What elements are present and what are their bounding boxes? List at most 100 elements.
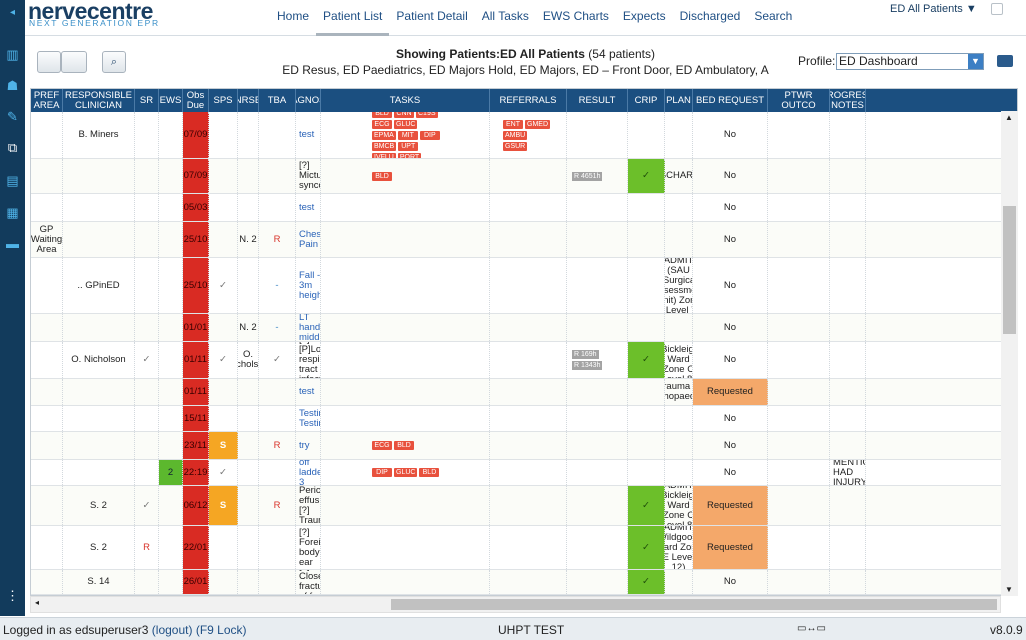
task-chip[interactable]: BMCB: [372, 141, 397, 151]
popout-icon[interactable]: [991, 3, 1003, 15]
nav-discharged[interactable]: Discharged: [673, 0, 748, 36]
task-chip[interactable]: ECG: [372, 119, 392, 129]
column-header[interactable]: RESPONSIBLE CLINICIAN: [63, 89, 135, 112]
column-header[interactable]: TBA: [259, 89, 296, 112]
logout-link[interactable]: (logout): [152, 623, 193, 637]
task-chip[interactable]: DIP: [372, 468, 392, 477]
task-chip[interactable]: GSUR: [503, 141, 528, 151]
table-row[interactable]: O. Nicholson✓01/11✓O. Nicholson✓[?] [P]L…: [31, 342, 1001, 379]
nav-ews-charts[interactable]: EWS Charts: [536, 0, 616, 36]
result-chip[interactable]: R 1343h: [572, 361, 603, 370]
column-header[interactable]: RESULT: [567, 89, 628, 112]
column-header[interactable]: CRIP: [628, 89, 665, 112]
column-header[interactable]: PLAN: [665, 89, 693, 112]
cell-diag[interactable]: fallen off ladder - 3 metres?: [296, 460, 321, 485]
task-chip[interactable]: AMBU: [503, 130, 528, 140]
task-chip[interactable]: C19S: [416, 112, 438, 118]
vertical-scrollbar[interactable]: ▲ ▼: [1001, 111, 1018, 596]
task-chip[interactable]: BLD: [419, 468, 440, 477]
status-bar: Logged in as edsuperuser3 (logout) (F9 L…: [0, 617, 1026, 640]
horizontal-scroll-thumb[interactable]: [391, 599, 997, 610]
cell-nrse: N. 2: [238, 222, 259, 257]
table-row[interactable]: S. 2R 22/01 [?] Foreign body in ear ✓ADMIT …: [31, 526, 1001, 570]
more-icon[interactable]: ⋮: [0, 585, 25, 607]
task-chip[interactable]: PORT: [397, 152, 422, 158]
table-row[interactable]: 07/09 [?] Micturition syncope BLD R 4651h ✓D…: [31, 159, 1001, 194]
cell-diag[interactable]: test: [296, 379, 321, 405]
cell-diag[interactable]: Fall - 3m height: [296, 258, 321, 313]
task-chip[interactable]: GLUC: [394, 468, 418, 477]
dashboard-icon[interactable]: ▥: [0, 44, 25, 66]
table-row[interactable]: 23/11 S Rtry ECG BLD No: [31, 432, 1001, 460]
cell-diag[interactable]: Chest Pain: [296, 222, 321, 257]
task-chip[interactable]: DIP: [419, 130, 440, 140]
cell-diag[interactable]: Injury LT hand - middle finger: [296, 314, 321, 341]
vertical-scroll-thumb[interactable]: [1003, 206, 1016, 334]
result-chip[interactable]: R 4651h: [572, 171, 603, 181]
horizontal-scrollbar[interactable]: ◂: [30, 596, 1001, 613]
cell-diag[interactable]: Testing Testing: [296, 406, 321, 431]
cell-diag[interactable]: try: [296, 432, 321, 459]
task-chip[interactable]: BLD: [394, 441, 414, 450]
table-row[interactable]: GP Waiting Area 25/10 N. 2RChest Pain No: [31, 222, 1001, 258]
nav-home[interactable]: Home: [270, 0, 316, 36]
column-header[interactable]: SPS: [209, 89, 238, 112]
patients-icon[interactable]: ☗: [0, 75, 25, 97]
column-header[interactable]: SR: [135, 89, 159, 112]
clipboard-icon[interactable]: ▦: [0, 202, 25, 224]
cell-bed: No: [693, 314, 768, 341]
table-row[interactable]: .. GPinED 25/10✓-Fall - 3m height ADMIT (S…: [31, 258, 1001, 314]
task-chip[interactable]: IVFLU: [372, 152, 396, 158]
scroll-up-icon[interactable]: ▲: [1005, 113, 1013, 122]
table-row[interactable]: 05/03 test No: [31, 194, 1001, 222]
cell-diag[interactable]: test: [296, 112, 321, 158]
nav-expects[interactable]: Expects: [616, 0, 673, 36]
table-row[interactable]: B. Miners 07/09 test BLD CNN C19S ECG GLUC EPMA M…: [31, 112, 1001, 159]
location-selector[interactable]: ED All Patients ▼: [890, 3, 977, 15]
tools-icon[interactable]: ✎: [0, 106, 25, 128]
cell-pref: [31, 258, 63, 313]
column-header[interactable]: EWS: [159, 89, 183, 112]
column-header[interactable]: NRSE: [238, 89, 259, 112]
nav-search[interactable]: Search: [747, 0, 799, 36]
task-chip[interactable]: UPT: [398, 141, 419, 151]
column-header[interactable]: REFERRALS: [490, 89, 567, 112]
task-chip[interactable]: CNN: [394, 112, 414, 118]
table-row[interactable]: 01/01 N. 2-Injury LT hand - middle finger…: [31, 314, 1001, 342]
table-row[interactable]: S. 2✓06/12SR[?] Pericardial effusion [?]…: [31, 486, 1001, 526]
task-chip[interactable]: BLD: [372, 112, 392, 118]
task-chip[interactable]: EPMA: [372, 130, 396, 140]
table-row[interactable]: 222:19✓ fallen off ladder - 3 metres? DIPG…: [31, 460, 1001, 486]
column-header[interactable]: DIAGNOSIS: [296, 89, 321, 112]
nav-patient-detail[interactable]: Patient Detail: [389, 0, 474, 36]
nav-all-tasks[interactable]: All Tasks: [475, 0, 536, 36]
table-row[interactable]: 01/11 test Trauma & OrthopaedicsRequested: [31, 379, 1001, 406]
column-header[interactable]: PTWR OUTCO: [768, 89, 830, 112]
lock-link[interactable]: (F9 Lock): [196, 623, 247, 637]
table-row[interactable]: S. 14 26/01 [?] Closed fracture of foot ✓ No: [31, 570, 1001, 595]
scroll-left-icon[interactable]: ◂: [35, 598, 39, 607]
task-chip[interactable]: BLD: [372, 171, 392, 181]
print-icon[interactable]: [997, 55, 1013, 67]
collapse-icon[interactable]: ◂: [0, 2, 25, 24]
column-header[interactable]: BED REQUEST: [693, 89, 768, 112]
table-row[interactable]: 15/11 Testing Testing No: [31, 406, 1001, 432]
task-chip[interactable]: MIT: [397, 130, 418, 140]
bed-icon[interactable]: ▬: [0, 233, 25, 255]
task-chip[interactable]: GMED: [525, 119, 550, 129]
nav-patient-list[interactable]: Patient List: [316, 0, 390, 36]
workflow-icon[interactable]: ⧉: [0, 137, 25, 159]
result-chip[interactable]: R 169h: [572, 350, 599, 359]
profile-select[interactable]: ED Dashboard ▼: [836, 53, 984, 70]
task-chip[interactable]: ECG: [372, 441, 392, 450]
cell-diag[interactable]: test: [296, 194, 321, 221]
column-header[interactable]: PROGRESS NOTES: [830, 89, 866, 112]
scroll-down-icon[interactable]: ▼: [1005, 585, 1013, 594]
task-chip[interactable]: GLUC: [394, 119, 418, 129]
column-header[interactable]: PREF AREA: [31, 89, 63, 112]
column-header[interactable]: TASKS: [321, 89, 490, 112]
cell-tasks: [321, 486, 490, 525]
task-chip[interactable]: ENT: [503, 119, 523, 129]
column-header[interactable]: Obs Due: [183, 89, 209, 112]
archive-icon[interactable]: ▤: [0, 170, 25, 192]
